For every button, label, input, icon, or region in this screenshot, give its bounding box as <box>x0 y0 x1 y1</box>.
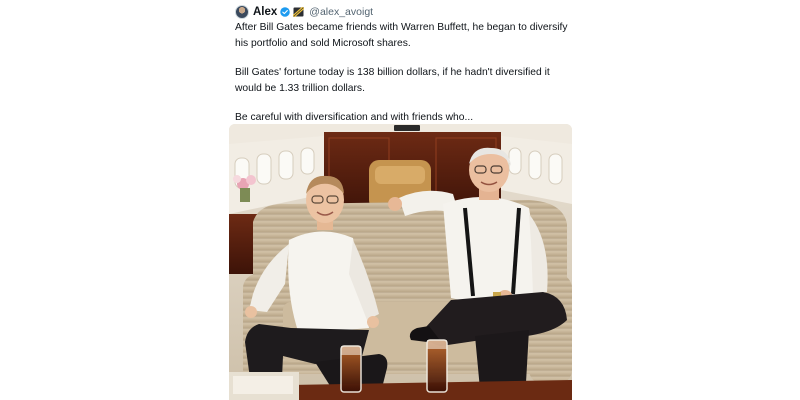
tweet-paragraph: After Bill Gates became friends with War… <box>235 22 568 49</box>
avatar[interactable] <box>235 5 249 19</box>
author-name[interactable]: Alex <box>253 6 277 18</box>
tweet-text: After Bill Gates became friends with War… <box>235 20 570 126</box>
tweet-card[interactable]: Alex @alex_avoigt After Bill Gates becam… <box>229 0 574 400</box>
flag-emoji-icon <box>293 7 305 17</box>
author-handle[interactable]: @alex_avoigt <box>309 6 373 18</box>
tweet-header: Alex @alex_avoigt <box>235 4 373 20</box>
tweet-paragraph: Bill Gates' fortune today is 138 billion… <box>235 67 550 94</box>
tweet-photo[interactable] <box>229 124 572 400</box>
photo-illustration <box>229 124 572 400</box>
verified-badge-icon <box>280 7 291 17</box>
